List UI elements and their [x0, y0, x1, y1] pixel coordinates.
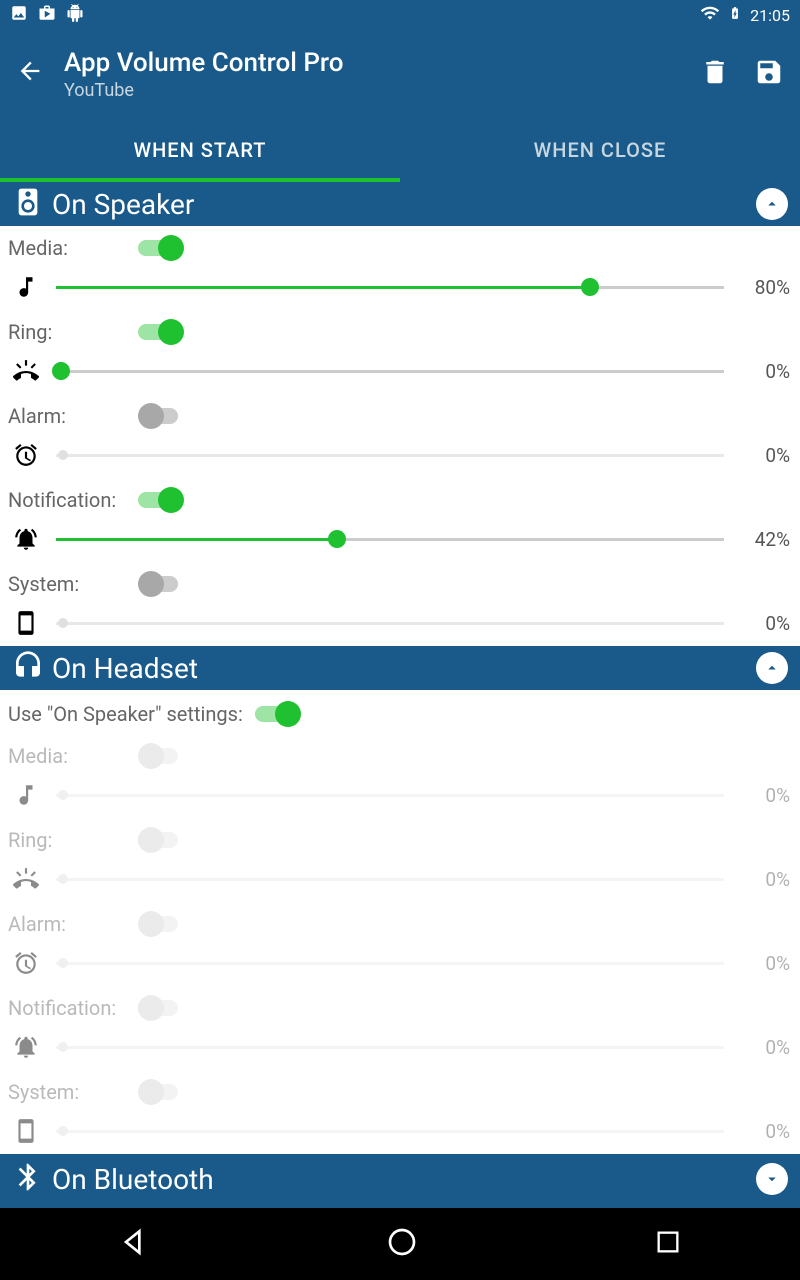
notification-toggle[interactable] [138, 484, 190, 516]
app-title: App Volume Control Pro [64, 48, 344, 78]
hs-alarm-slider [56, 953, 724, 973]
use-speaker-toggle[interactable] [255, 698, 307, 730]
alarm-toggle[interactable] [138, 400, 190, 432]
hs-ring-toggle [138, 824, 190, 856]
app-subtitle: YouTube [64, 80, 344, 101]
phone-icon [8, 1118, 44, 1144]
hs-media-pct: 0% [736, 784, 790, 807]
hs-alarm-toggle [138, 908, 190, 940]
alarm-icon [8, 442, 44, 468]
notification-bell-icon [8, 1034, 44, 1060]
delete-button[interactable] [700, 57, 730, 91]
notification-bell-icon [8, 526, 44, 552]
music-note-icon [8, 782, 44, 808]
section-title: On Speaker [52, 188, 194, 221]
ring-volume-icon [8, 866, 44, 892]
music-note-icon [8, 274, 44, 300]
phone-icon [8, 610, 44, 636]
hs-ring-slider [56, 869, 724, 889]
section-header-bluetooth[interactable]: On Bluetooth [0, 1154, 800, 1204]
headset-body: Use "On Speaker" settings: Media: 0% Rin… [0, 690, 800, 1154]
hs-system-slider [56, 1121, 724, 1141]
tab-when-start[interactable]: WHEN START [0, 118, 400, 182]
hs-system-pct: 0% [736, 1120, 790, 1143]
speaker-body: Media: 80% Ring: 0% Alarm: 0% Notificati… [0, 226, 800, 646]
headset-icon [12, 650, 44, 686]
nav-home-icon[interactable] [386, 1226, 418, 1262]
ring-label: Ring: [8, 828, 138, 852]
alarm-icon [8, 950, 44, 976]
system-slider[interactable] [56, 613, 724, 633]
hs-alarm-pct: 0% [736, 952, 790, 975]
image-icon [10, 4, 28, 26]
ring-volume-icon [8, 358, 44, 384]
section-header-speaker: On Speaker [0, 182, 800, 226]
wifi-icon [700, 3, 720, 27]
hs-media-slider [56, 785, 724, 805]
hs-notification-pct: 0% [736, 1036, 790, 1059]
media-toggle[interactable] [138, 232, 190, 264]
hs-ring-pct: 0% [736, 868, 790, 891]
expand-button-bluetooth[interactable] [756, 1163, 788, 1195]
hs-media-toggle [138, 740, 190, 772]
notification-slider[interactable] [56, 529, 724, 549]
ring-label: Ring: [8, 320, 138, 344]
alarm-pct: 0% [736, 444, 790, 467]
app-bar: App Volume Control Pro YouTube [0, 30, 800, 118]
alarm-label: Alarm: [8, 404, 138, 428]
media-slider[interactable] [56, 277, 724, 297]
bluetooth-icon [12, 1161, 44, 1197]
speaker-icon [12, 186, 44, 222]
status-time: 21:05 [750, 6, 790, 25]
alarm-label: Alarm: [8, 912, 138, 936]
ring-pct: 0% [736, 360, 790, 383]
collapse-button-headset[interactable] [756, 652, 788, 684]
nav-back-icon[interactable] [118, 1226, 150, 1262]
shop-icon [38, 4, 56, 26]
tabs: WHEN START WHEN CLOSE [0, 118, 800, 182]
back-button[interactable] [16, 57, 44, 92]
collapse-button-speaker[interactable] [756, 188, 788, 220]
media-pct: 80% [736, 276, 790, 299]
media-label: Media: [8, 236, 138, 260]
battery-charging-icon [728, 3, 742, 27]
notification-pct: 42% [736, 528, 790, 551]
android-nav-bar [0, 1208, 800, 1280]
hs-system-toggle [138, 1076, 190, 1108]
status-bar: 21:05 [0, 0, 800, 30]
android-icon [66, 4, 84, 26]
system-label: System: [8, 1080, 138, 1104]
save-button[interactable] [754, 57, 784, 91]
media-label: Media: [8, 744, 138, 768]
system-pct: 0% [736, 612, 790, 635]
hs-notification-toggle [138, 992, 190, 1024]
section-title: On Bluetooth [52, 1163, 214, 1196]
system-label: System: [8, 572, 138, 596]
notification-label: Notification: [8, 488, 138, 512]
section-header-headset: On Headset [0, 646, 800, 690]
alarm-slider[interactable] [56, 445, 724, 465]
ring-toggle[interactable] [138, 316, 190, 348]
hs-notification-slider [56, 1037, 724, 1057]
system-toggle[interactable] [138, 568, 190, 600]
tab-when-close[interactable]: WHEN CLOSE [400, 118, 800, 182]
notification-label: Notification: [8, 996, 138, 1020]
ring-slider[interactable] [56, 361, 724, 381]
use-speaker-label: Use "On Speaker" settings: [8, 702, 243, 726]
nav-recent-icon[interactable] [654, 1228, 682, 1260]
section-title: On Headset [52, 652, 198, 685]
